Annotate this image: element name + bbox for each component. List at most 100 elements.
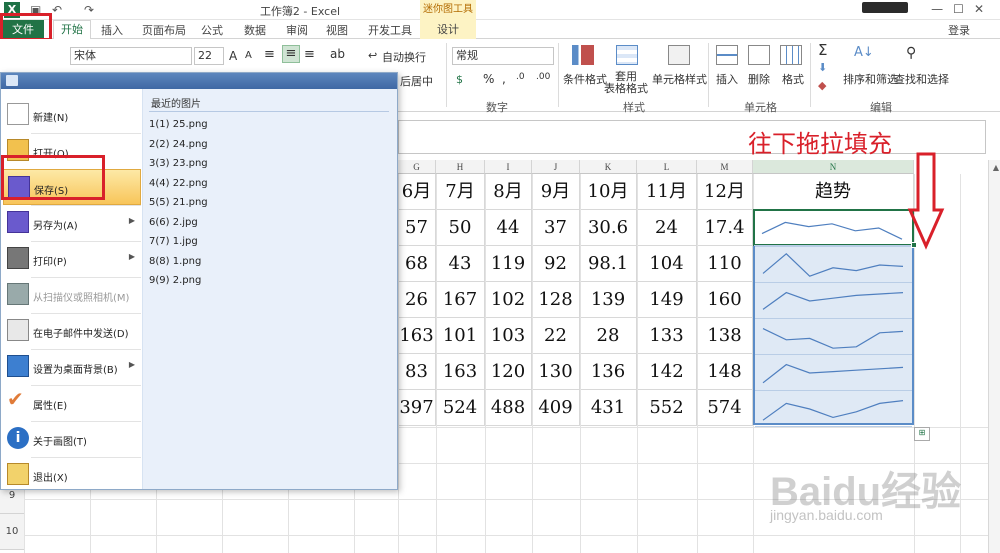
wrap-text-icon[interactable]: ↩ xyxy=(368,49,377,62)
window-controls[interactable]: —☐✕ xyxy=(931,2,994,16)
delete-cells-button[interactable]: 删除 xyxy=(748,71,770,87)
column-header-m[interactable]: M xyxy=(697,160,753,174)
sort-filter-button[interactable]: 排序和筛选 xyxy=(843,71,898,87)
file-menu-item-set-wallpaper[interactable]: 设置为桌面背景(B) ▶ xyxy=(3,349,141,385)
data-cell[interactable]: 136 xyxy=(580,354,637,390)
data-cell[interactable]: 488 xyxy=(485,390,532,426)
font-size-select[interactable]: 22 xyxy=(194,47,224,65)
recent-file-item[interactable]: 2(2) 24.png xyxy=(149,139,208,150)
data-cell[interactable]: 128 xyxy=(532,282,580,318)
close-icon[interactable]: ✕ xyxy=(974,2,994,16)
data-cell[interactable]: 37 xyxy=(532,210,580,246)
conditional-format-button[interactable]: 条件格式 xyxy=(563,71,607,87)
tab-insert[interactable]: 插入 xyxy=(101,22,123,38)
data-cell[interactable]: 98.1 xyxy=(580,246,637,282)
data-cell[interactable]: 103 xyxy=(485,318,532,354)
wrap-text-button[interactable]: 自动换行 xyxy=(382,49,426,65)
data-cell[interactable]: 142 xyxy=(637,354,697,390)
data-cell[interactable]: 149 xyxy=(637,282,697,318)
cell-styles-icon[interactable] xyxy=(668,45,690,65)
sparkline-cell[interactable] xyxy=(755,319,912,355)
decrease-decimal-icon[interactable]: .00 xyxy=(536,72,550,82)
column-header-i[interactable]: I xyxy=(485,160,532,174)
tab-formulas[interactable]: 公式 xyxy=(201,22,223,38)
sort-filter-icon[interactable]: A↓ xyxy=(854,45,874,60)
data-cell[interactable]: 163 xyxy=(436,354,485,390)
tab-page-layout[interactable]: 页面布局 xyxy=(142,22,186,38)
data-cell[interactable]: 167 xyxy=(436,282,485,318)
data-cell[interactable]: 22 xyxy=(532,318,580,354)
restore-icon[interactable]: ☐ xyxy=(953,2,974,16)
sparkline-cell[interactable] xyxy=(754,210,911,246)
tab-view[interactable]: 视图 xyxy=(326,22,348,38)
font-grow-button[interactable]: A xyxy=(229,49,237,63)
recent-file-item[interactable]: 5(5) 21.png xyxy=(149,197,208,208)
data-cell[interactable]: 24 xyxy=(637,210,697,246)
data-cell[interactable]: 133 xyxy=(637,318,697,354)
month-header-cell[interactable]: 7月 xyxy=(436,174,485,210)
comma-button[interactable]: , xyxy=(502,72,506,86)
sparkline-cell[interactable] xyxy=(755,391,912,427)
month-header-cell[interactable]: 11月 xyxy=(637,174,697,210)
recent-file-item[interactable]: 6(6) 2.jpg xyxy=(149,217,198,228)
sparkline-cell[interactable] xyxy=(755,283,912,319)
table-format-button[interactable]: 套用 表格格式 xyxy=(604,71,648,95)
data-cell[interactable]: 397 xyxy=(398,390,436,426)
data-cell[interactable]: 148 xyxy=(697,354,753,390)
data-cell[interactable]: 160 xyxy=(697,282,753,318)
trend-header-cell[interactable]: 趋势 xyxy=(753,174,914,210)
sparkline-cell[interactable] xyxy=(755,247,912,283)
month-header-cell[interactable]: 10月 xyxy=(580,174,637,210)
data-cell[interactable]: 409 xyxy=(532,390,580,426)
autosum-icon[interactable]: Σ xyxy=(818,41,827,59)
data-cell[interactable]: 102 xyxy=(485,282,532,318)
row-header[interactable]: 10 xyxy=(0,514,24,550)
percent-button[interactable]: % xyxy=(483,72,494,86)
data-cell[interactable]: 104 xyxy=(637,246,697,282)
currency-icon[interactable]: $ xyxy=(456,73,463,86)
file-menu-item-print[interactable]: 打印(P) ▶ xyxy=(3,241,141,277)
recent-file-item[interactable]: 8(8) 1.png xyxy=(149,256,201,267)
recent-file-item[interactable]: 9(9) 2.png xyxy=(149,275,201,286)
tab-data[interactable]: 数据 xyxy=(244,22,266,38)
tab-design[interactable]: 设计 xyxy=(420,20,476,39)
data-cell[interactable]: 92 xyxy=(532,246,580,282)
file-menu-item-new[interactable]: 新建(N) xyxy=(3,97,141,133)
number-format-select[interactable]: 常规 xyxy=(452,47,554,65)
file-menu-item-scan[interactable]: 从扫描仪或照相机(M) xyxy=(3,277,141,313)
month-header-cell[interactable]: 12月 xyxy=(697,174,753,210)
column-header-g[interactable]: G xyxy=(398,160,436,174)
column-header-h[interactable]: H xyxy=(436,160,485,174)
data-cell[interactable]: 552 xyxy=(637,390,697,426)
font-shrink-button[interactable]: A xyxy=(245,50,252,61)
minimize-icon[interactable]: — xyxy=(931,2,953,16)
file-menu-item-email[interactable]: 在电子邮件中发送(D) xyxy=(3,313,141,349)
formula-bar[interactable] xyxy=(398,120,986,154)
tab-review[interactable]: 审阅 xyxy=(286,22,308,38)
font-name-select[interactable]: 宋体 xyxy=(70,47,192,65)
find-select-button[interactable]: 查找和选择 xyxy=(894,71,949,87)
tab-home[interactable]: 开始 xyxy=(53,20,91,40)
column-header-k[interactable]: K xyxy=(580,160,637,174)
data-cell[interactable]: 68 xyxy=(398,246,436,282)
file-menu-item-properties[interactable]: ✔ 属性(E) xyxy=(3,385,141,421)
file-menu-item-exit[interactable]: 退出(X) xyxy=(3,457,141,493)
data-cell[interactable]: 130 xyxy=(532,354,580,390)
data-cell[interactable]: 119 xyxy=(485,246,532,282)
delete-cells-icon[interactable] xyxy=(748,45,770,65)
data-cell[interactable]: 120 xyxy=(485,354,532,390)
active-cell[interactable] xyxy=(753,209,914,246)
scroll-up-icon[interactable]: ▲ xyxy=(993,163,999,172)
file-menu-item-save-as[interactable]: 另存为(A) ▶ xyxy=(3,205,141,241)
orientation-icon[interactable]: ab xyxy=(330,47,345,61)
increase-decimal-icon[interactable]: .0 xyxy=(516,72,525,82)
data-cell[interactable]: 138 xyxy=(697,318,753,354)
month-header-cell[interactable]: 8月 xyxy=(485,174,532,210)
data-cell[interactable]: 110 xyxy=(697,246,753,282)
recent-file-item[interactable]: 1(1) 25.png xyxy=(149,119,208,130)
align-middle-icon[interactable]: ≡ xyxy=(282,45,300,63)
column-header-l[interactable]: L xyxy=(637,160,697,174)
data-cell[interactable]: 139 xyxy=(580,282,637,318)
data-cell[interactable]: 101 xyxy=(436,318,485,354)
data-cell[interactable]: 30.6 xyxy=(580,210,637,246)
